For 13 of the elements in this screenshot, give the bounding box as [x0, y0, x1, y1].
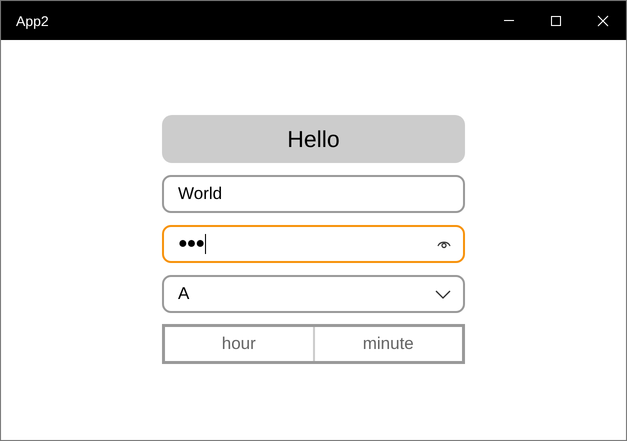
window-title: App2	[15, 12, 50, 28]
eye-icon[interactable]	[437, 239, 451, 249]
maximize-icon	[550, 14, 562, 26]
text-field[interactable]: World	[162, 175, 465, 213]
minimize-icon	[504, 20, 514, 21]
close-icon	[596, 14, 608, 26]
time-part-field[interactable]: minute	[312, 327, 462, 361]
time-picker[interactable]: hour minute	[162, 324, 465, 364]
password-field[interactable]: ●●●	[162, 225, 465, 263]
hello-button[interactable]: Hello	[162, 115, 465, 163]
time-part-field[interactable]: hour	[165, 327, 312, 361]
dropdown[interactable]: A	[162, 275, 465, 313]
chevron-down-icon	[435, 290, 451, 298]
